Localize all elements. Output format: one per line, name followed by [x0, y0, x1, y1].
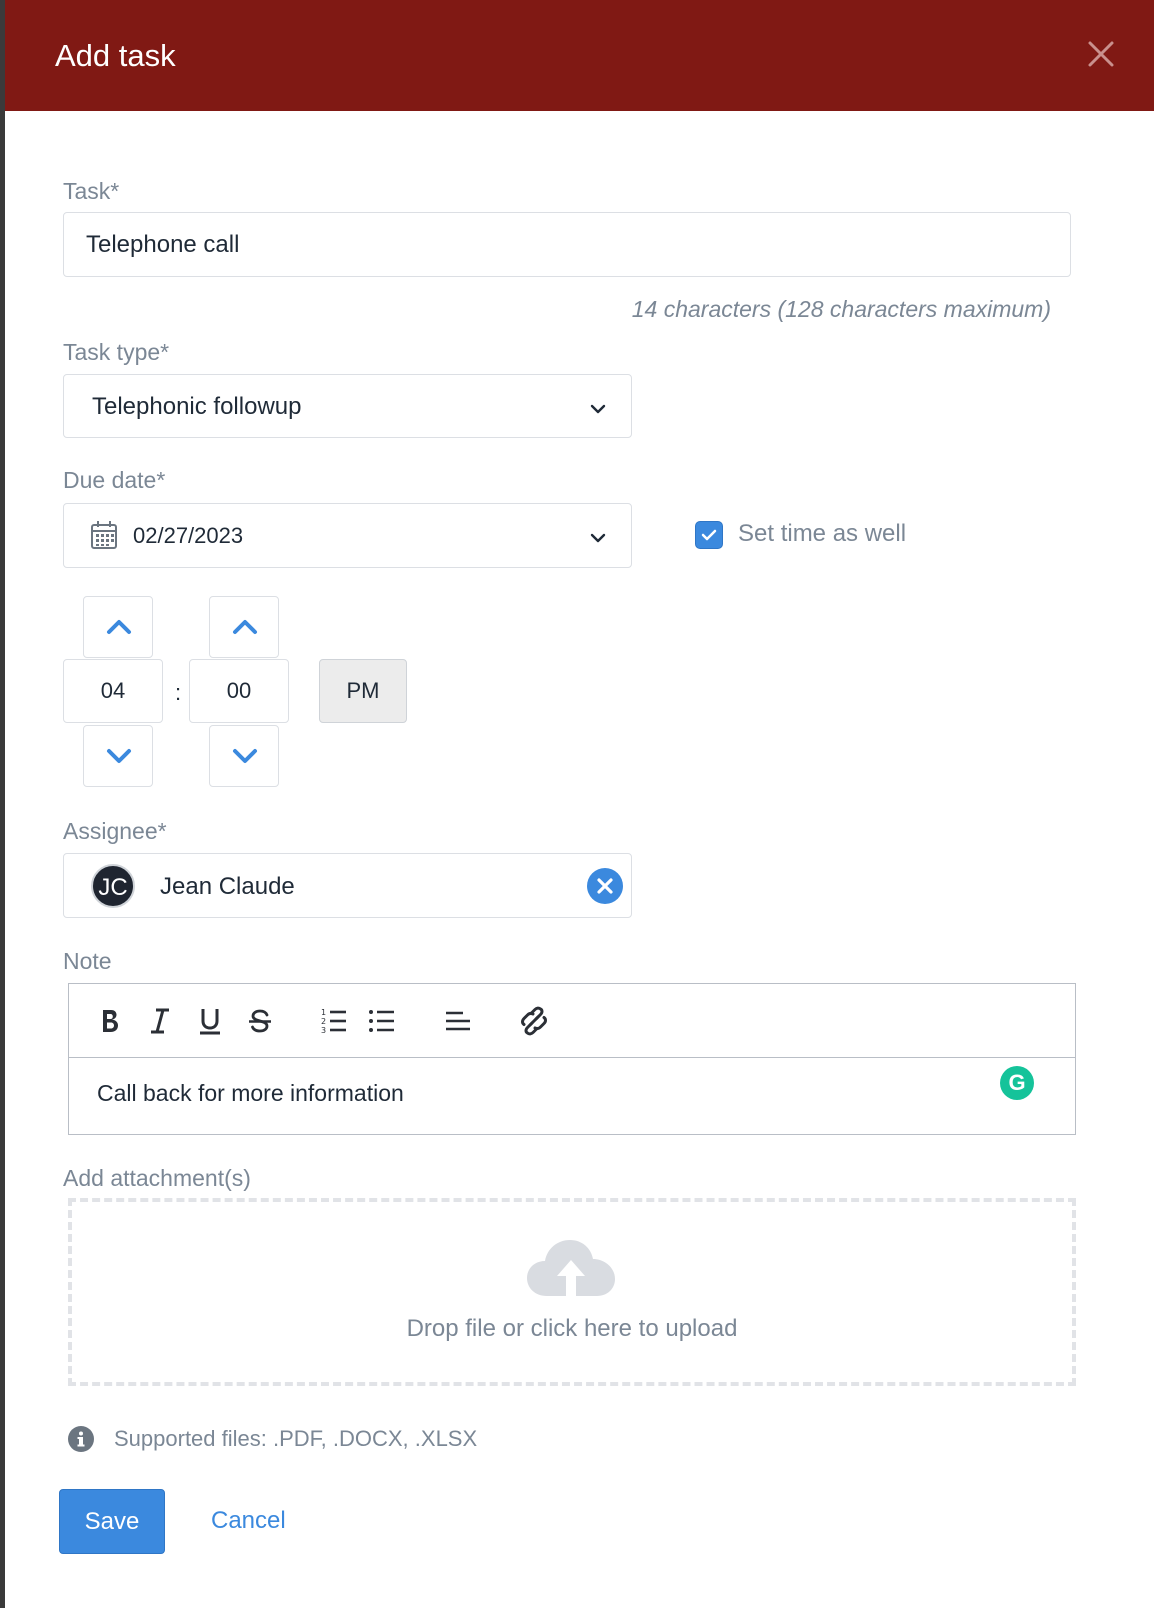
- ordered-list-icon: 123: [321, 1008, 346, 1035]
- link-icon: [521, 1006, 547, 1036]
- italic-icon: [151, 1008, 169, 1034]
- grammarly-letter: G: [1008, 1070, 1026, 1095]
- align-left-button[interactable]: [443, 1006, 473, 1036]
- chevron-up-icon: [233, 620, 257, 634]
- chevron-down-icon: [590, 404, 606, 414]
- underline-button[interactable]: [195, 1006, 225, 1036]
- check-icon: [701, 529, 717, 541]
- cancel-button[interactable]: Cancel: [211, 1507, 286, 1535]
- task-type-value: Telephonic followup: [92, 393, 302, 420]
- bullet-list-button[interactable]: [367, 1006, 397, 1036]
- task-input[interactable]: Telephone call: [63, 212, 1071, 277]
- task-input-value: Telephone call: [86, 231, 240, 258]
- chevron-down-icon: [590, 533, 606, 543]
- hour-down-button[interactable]: [83, 725, 153, 787]
- minute-up-button[interactable]: [209, 596, 279, 658]
- ordered-list-button[interactable]: 123: [319, 1006, 349, 1036]
- close-button[interactable]: [1085, 38, 1117, 70]
- close-icon: [1088, 41, 1114, 67]
- chevron-up-icon: [107, 620, 131, 634]
- cloud-upload-icon: [527, 1240, 615, 1296]
- due-date-label: Due date*: [63, 467, 166, 493]
- time-separator: :: [175, 680, 182, 705]
- avatar: JC: [91, 864, 135, 908]
- note-text[interactable]: Call back for more information: [97, 1079, 404, 1107]
- hour-input[interactable]: 04: [63, 659, 163, 723]
- assignee-name: Jean Claude: [160, 873, 295, 900]
- svg-text:2: 2: [321, 1017, 326, 1026]
- dropzone-text: Drop file or click here to upload: [406, 1315, 738, 1342]
- editor-toolbar: 123: [69, 984, 1075, 1058]
- align-left-icon: [446, 1011, 470, 1031]
- task-type-select[interactable]: Telephonic followup: [63, 374, 632, 438]
- task-label: Task*: [63, 178, 120, 204]
- supported-files-text: Supported files: .PDF, .DOCX, .XLSX: [114, 1426, 478, 1451]
- set-time-label[interactable]: Set time as well: [738, 520, 906, 548]
- file-dropzone[interactable]: Drop file or click here to upload: [68, 1198, 1076, 1386]
- due-date-value: 02/27/2023: [133, 523, 244, 548]
- char-count: 14 characters (128 characters maximum): [631, 296, 1051, 322]
- clear-assignee-button[interactable]: [587, 868, 623, 904]
- svg-text:1: 1: [321, 1008, 326, 1017]
- close-icon: [597, 878, 613, 894]
- set-time-checkbox[interactable]: [695, 521, 723, 549]
- add-task-dialog: Add task Task* Telephone call 14 charact…: [5, 0, 1154, 1608]
- bullet-list-icon: [369, 1010, 394, 1032]
- bold-icon: [103, 1010, 118, 1032]
- link-button[interactable]: [519, 1006, 549, 1036]
- minute-input[interactable]: 00: [189, 659, 289, 723]
- grammarly-icon[interactable]: G: [1000, 1066, 1034, 1100]
- assignee-label: Assignee*: [63, 818, 167, 844]
- italic-button[interactable]: [145, 1006, 175, 1036]
- info-icon: [68, 1426, 94, 1452]
- dialog-header: Add task: [5, 0, 1154, 111]
- hour-up-button[interactable]: [83, 596, 153, 658]
- assignee-select[interactable]: [63, 853, 632, 918]
- minute-down-button[interactable]: [209, 725, 279, 787]
- task-type-label: Task type*: [63, 339, 170, 365]
- note-label: Note: [63, 948, 112, 974]
- bold-button[interactable]: [95, 1006, 125, 1036]
- calendar-icon: [91, 521, 117, 549]
- am-pm-toggle[interactable]: PM: [319, 659, 407, 723]
- attachments-label: Add attachment(s): [63, 1165, 251, 1191]
- chevron-down-icon: [107, 749, 131, 763]
- note-editor: 123 Call back for more information G: [68, 983, 1076, 1135]
- dialog-title: Add task: [55, 38, 176, 73]
- strikethrough-icon: [249, 1009, 271, 1033]
- save-button[interactable]: Save: [59, 1489, 165, 1554]
- due-date-picker[interactable]: 02/27/2023: [63, 503, 632, 568]
- underline-icon: [200, 1009, 220, 1035]
- strikethrough-button[interactable]: [245, 1006, 275, 1036]
- svg-text:3: 3: [321, 1026, 326, 1035]
- chevron-down-icon: [233, 749, 257, 763]
